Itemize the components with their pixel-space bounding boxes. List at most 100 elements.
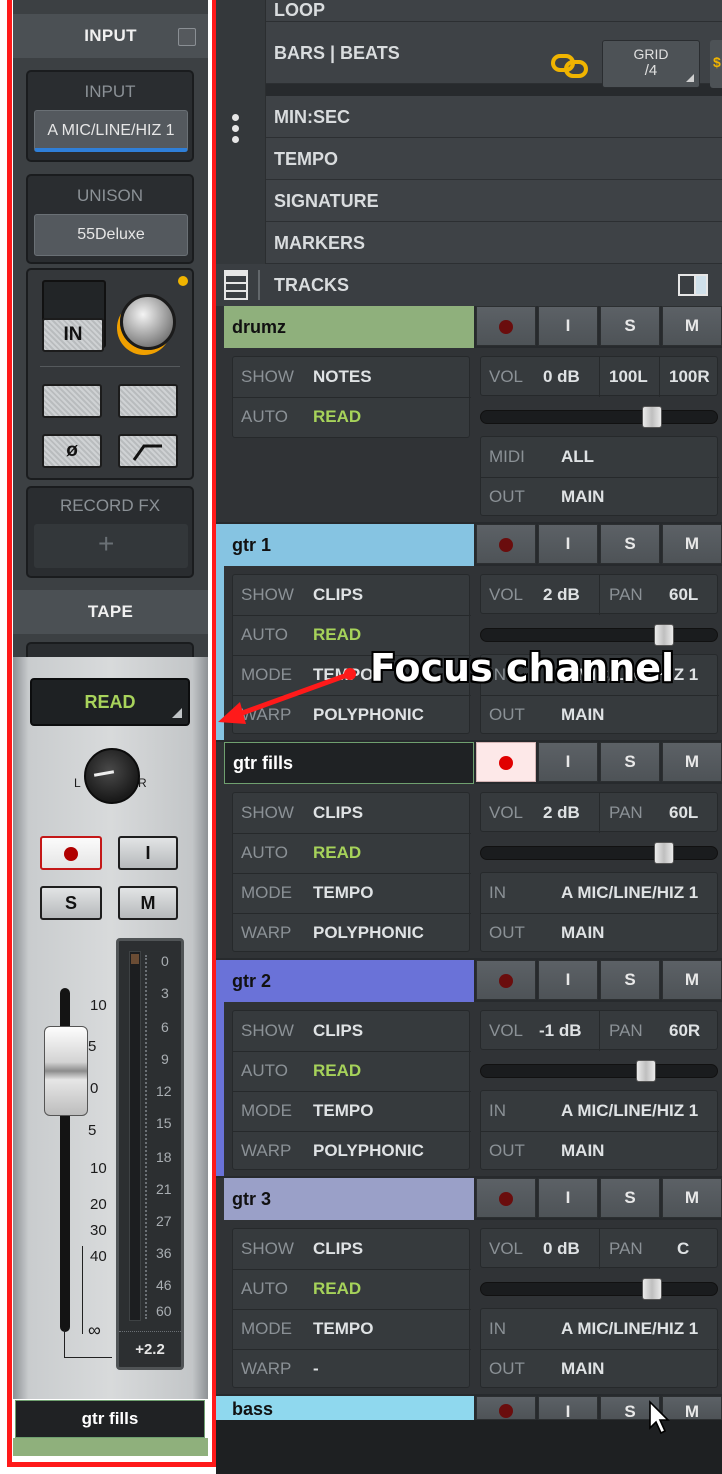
pan-right-value[interactable]: 100R: [669, 367, 710, 387]
more-options-icon[interactable]: [232, 110, 239, 147]
record-arm-button[interactable]: [476, 306, 536, 346]
show-value[interactable]: CLIPS: [313, 803, 363, 823]
track-header-gtr-fills[interactable]: gtr fills: [224, 742, 474, 784]
volume-slider[interactable]: [480, 410, 718, 424]
record-arm-button[interactable]: [476, 1178, 536, 1218]
track-header-gtr-3[interactable]: gtr 3: [224, 1178, 474, 1220]
out-value[interactable]: MAIN: [561, 705, 604, 725]
solo-button[interactable]: S: [600, 1178, 660, 1218]
show-value[interactable]: NOTES: [313, 367, 372, 387]
snap-button-partial[interactable]: $: [710, 40, 722, 88]
vol-value[interactable]: 2 dB: [543, 803, 580, 823]
pan-value[interactable]: C: [677, 1239, 689, 1259]
warp-value[interactable]: POLYPHONIC: [313, 1141, 424, 1161]
auto-value[interactable]: READ: [313, 1279, 361, 1299]
unison-preset-select[interactable]: 55Deluxe: [34, 214, 188, 256]
solo-button[interactable]: S: [40, 886, 102, 920]
phase-invert-button[interactable]: ø: [42, 434, 102, 468]
track-header-gtr-1[interactable]: gtr 1: [224, 524, 474, 566]
meter-peak-readout[interactable]: +2.2: [119, 1331, 181, 1367]
volume-slider-thumb[interactable]: [642, 1278, 662, 1300]
record-arm-button[interactable]: [40, 836, 102, 870]
solo-button[interactable]: S: [600, 742, 660, 782]
input-source-select[interactable]: A MIC/LINE/HIZ 1: [34, 110, 188, 152]
volume-slider-thumb[interactable]: [642, 406, 662, 428]
low-cut-button[interactable]: [118, 434, 178, 468]
warp-value[interactable]: POLYPHONIC: [313, 923, 424, 943]
grid-select[interactable]: GRID /4: [602, 40, 700, 88]
input-monitor-button[interactable]: I: [538, 306, 598, 346]
volume-slider[interactable]: [480, 628, 718, 642]
channel-name-label[interactable]: gtr fills: [15, 1400, 205, 1438]
show-value[interactable]: CLIPS: [313, 1021, 363, 1041]
input-monitor-button[interactable]: I: [538, 960, 598, 1000]
automation-mode-select[interactable]: READ: [30, 678, 190, 726]
ruler-row-signature[interactable]: SIGNATURE: [266, 180, 722, 222]
mute-button[interactable]: M: [118, 886, 178, 920]
pan-left-value[interactable]: 100L: [609, 367, 648, 387]
tape-section-header[interactable]: TAPE: [13, 590, 208, 634]
mode-value[interactable]: TEMPO: [313, 1101, 373, 1121]
out-value[interactable]: MAIN: [561, 923, 604, 943]
input-monitor-button[interactable]: I: [538, 1178, 598, 1218]
mode-value[interactable]: TEMPO: [313, 1319, 373, 1339]
gain-knob[interactable]: [120, 294, 176, 350]
view-toggle-icon[interactable]: [678, 274, 708, 296]
vol-value[interactable]: 0 dB: [543, 367, 580, 387]
mute-button[interactable]: M: [662, 524, 722, 564]
track-list-menu-icon[interactable]: [224, 270, 248, 300]
auto-value[interactable]: READ: [313, 1061, 361, 1081]
mute-button[interactable]: M: [662, 306, 722, 346]
pan-value[interactable]: 60R: [669, 1021, 700, 1041]
show-value[interactable]: CLIPS: [313, 585, 363, 605]
pan-knob[interactable]: [84, 748, 140, 804]
mute-button[interactable]: M: [662, 742, 722, 782]
in-value[interactable]: A MIC/LINE/HIZ 1: [561, 1319, 698, 1339]
pan-value[interactable]: 60L: [669, 585, 698, 605]
record-arm-button[interactable]: [476, 742, 536, 782]
ruler-row-min-sec[interactable]: MIN:SEC: [266, 96, 722, 138]
out-value[interactable]: MAIN: [561, 1359, 604, 1379]
volume-slider-thumb[interactable]: [654, 624, 674, 646]
solo-button[interactable]: S: [600, 960, 660, 1000]
auto-value[interactable]: READ: [313, 407, 361, 427]
record-arm-button[interactable]: [476, 960, 536, 1000]
in-button[interactable]: IN: [42, 318, 104, 352]
solo-button[interactable]: S: [600, 524, 660, 564]
ruler-row-tempo[interactable]: TEMPO: [266, 138, 722, 180]
show-value[interactable]: CLIPS: [313, 1239, 363, 1259]
record-fx-slot[interactable]: +: [34, 524, 188, 568]
input-toggle-checkbox[interactable]: [178, 28, 196, 46]
vol-value[interactable]: -1 dB: [539, 1021, 582, 1041]
vol-value[interactable]: 2 dB: [543, 585, 580, 605]
mode-value[interactable]: TEMPO: [313, 883, 373, 903]
vol-value[interactable]: 0 dB: [543, 1239, 580, 1259]
warp-value[interactable]: -: [313, 1359, 319, 1379]
record-arm-button[interactable]: [476, 524, 536, 564]
midi-value[interactable]: ALL: [561, 447, 594, 467]
preamp-option-button-1[interactable]: [42, 384, 102, 418]
mute-button[interactable]: M: [662, 960, 722, 1000]
input-monitor-button[interactable]: I: [538, 1396, 598, 1420]
in-value[interactable]: A MIC/LINE/HIZ 1: [561, 1101, 698, 1121]
input-monitor-button[interactable]: I: [538, 524, 598, 564]
auto-value[interactable]: READ: [313, 625, 361, 645]
volume-fader-handle[interactable]: [44, 1026, 88, 1116]
record-arm-button[interactable]: [476, 1396, 536, 1420]
track-header-drumz[interactable]: drumz: [224, 306, 474, 348]
solo-button[interactable]: S: [600, 306, 660, 346]
pan-value[interactable]: 60L: [669, 803, 698, 823]
preamp-option-button-2[interactable]: [118, 384, 178, 418]
volume-slider[interactable]: [480, 1282, 718, 1296]
in-value[interactable]: A MIC/LINE/HIZ 1: [561, 883, 698, 903]
mute-button[interactable]: M: [662, 1178, 722, 1218]
input-monitor-button[interactable]: I: [538, 742, 598, 782]
link-icon[interactable]: [550, 50, 590, 80]
volume-slider[interactable]: [480, 846, 718, 860]
track-header-gtr-2[interactable]: gtr 2: [224, 960, 474, 1002]
track-header-bass[interactable]: bass: [224, 1396, 474, 1420]
out-value[interactable]: MAIN: [561, 1141, 604, 1161]
auto-value[interactable]: READ: [313, 843, 361, 863]
out-value[interactable]: MAIN: [561, 487, 604, 507]
input-monitor-button[interactable]: I: [118, 836, 178, 870]
